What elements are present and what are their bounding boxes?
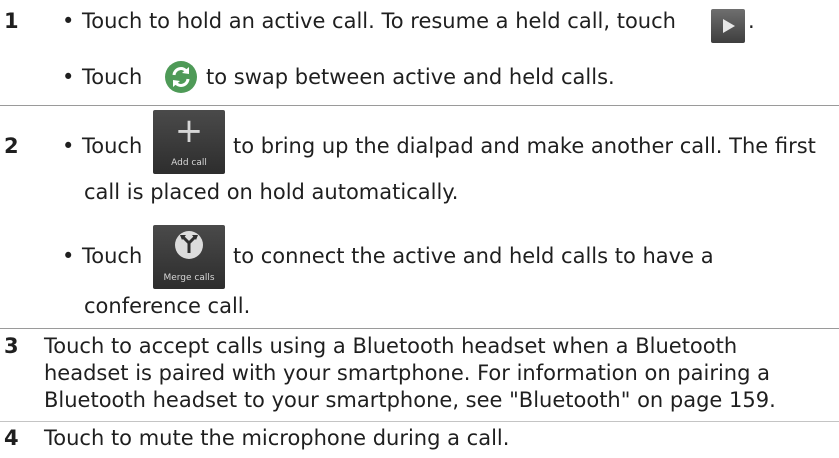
row-2-bullet-2-before-wrap: • Touch	[62, 243, 142, 270]
merge-calls-icon: Merge calls	[153, 225, 225, 289]
row-1-bullet-1-before: Touch to hold an active call. To resume …	[82, 9, 676, 33]
row-number-4: 4	[4, 426, 19, 450]
row-number-3: 3	[4, 334, 19, 358]
row-2-bullet-2-cont: conference call.	[84, 294, 251, 318]
bullet-mark: •	[62, 65, 75, 89]
add-call-caption: Add call	[171, 158, 207, 168]
row-divider	[0, 421, 839, 422]
row-2-bullet-1-before-wrap: • Touch	[62, 133, 142, 160]
row-divider	[0, 328, 839, 329]
row-2-bullet-1-after: to bring up the dialpad and make another…	[233, 134, 816, 158]
row-1-bullet-2-before-wrap: • Touch	[62, 64, 142, 91]
bullet-mark: •	[62, 9, 75, 33]
row-3-line-3: Bluetooth headset to your smartphone, se…	[44, 388, 776, 412]
merge-calls-caption: Merge calls	[163, 273, 215, 283]
bullet-mark: •	[62, 244, 75, 268]
row-2-bullet-2-after: to connect the active and held calls to …	[233, 244, 714, 268]
row-2-bullet-1-before: Touch	[82, 134, 143, 158]
row-1-bullet-2-after: to swap between active and held calls.	[206, 65, 615, 89]
row-2-bullet-2-before: Touch	[82, 244, 143, 268]
swap-icon	[165, 61, 197, 93]
bullet-mark: •	[62, 134, 75, 158]
row-3-line-2: headset is paired with your smartphone. …	[44, 361, 770, 385]
plus-icon: +	[174, 111, 204, 151]
merge-icon	[175, 231, 203, 259]
row-3-line-1: Touch to accept calls using a Bluetooth …	[44, 334, 738, 358]
row-1-bullet-1-after: .	[748, 9, 755, 33]
row-1-bullet-1-text: • Touch to hold an active call. To resume…	[62, 8, 676, 35]
row-1-bullet-2-before: Touch	[82, 65, 143, 89]
row-divider	[0, 105, 839, 106]
add-call-icon: + Add call	[153, 110, 225, 174]
row-2-bullet-1-cont: call is placed on hold automatically.	[84, 180, 459, 204]
play-icon	[711, 9, 745, 43]
row-number-2: 2	[4, 134, 19, 158]
row-number-1: 1	[4, 9, 19, 33]
row-4-line-1: Touch to mute the microphone during a ca…	[44, 426, 510, 450]
